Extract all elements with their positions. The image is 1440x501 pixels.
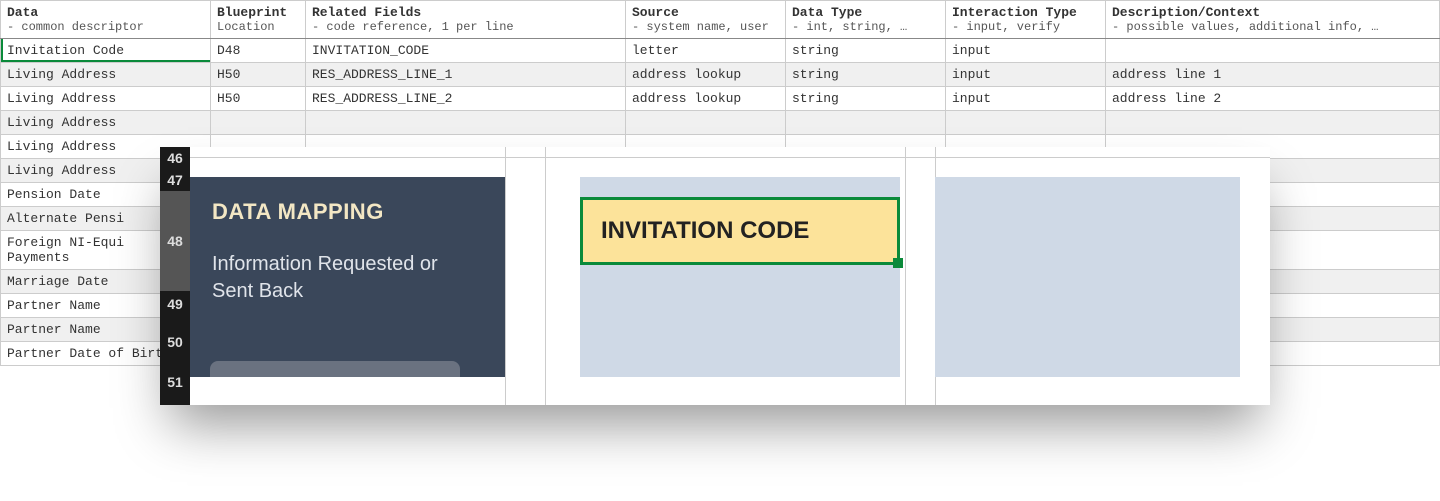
cell-bp[interactable] bbox=[211, 111, 306, 135]
cell-desc[interactable] bbox=[1106, 111, 1440, 135]
data-mapping-card: DATA MAPPING Information Requested or Se… bbox=[190, 177, 505, 377]
cell-int[interactable]: input bbox=[946, 63, 1106, 87]
cell-dt[interactable]: string bbox=[786, 63, 946, 87]
cell-src[interactable]: letter bbox=[626, 39, 786, 63]
cell-src[interactable] bbox=[626, 111, 786, 135]
col-header-related[interactable]: Related Fields- code reference, 1 per li… bbox=[306, 1, 626, 39]
col-header-datatype[interactable]: Data Type- int, string, … bbox=[786, 1, 946, 39]
col-header-blueprint[interactable]: BlueprintLocation bbox=[211, 1, 306, 39]
cell-fill-handle[interactable] bbox=[893, 258, 903, 268]
row-number[interactable]: 51 bbox=[160, 367, 190, 397]
cell-data[interactable]: Living Address bbox=[1, 111, 211, 135]
cell-rel[interactable] bbox=[306, 111, 626, 135]
cell-rel[interactable]: RES_ADDRESS_LINE_1 bbox=[306, 63, 626, 87]
table-row[interactable]: Living AddressH50RES_ADDRESS_LINE_2addre… bbox=[1, 87, 1440, 111]
cell-desc[interactable]: address line 2 bbox=[1106, 87, 1440, 111]
cell-rel[interactable]: INVITATION_CODE bbox=[306, 39, 626, 63]
cell-src[interactable]: address lookup bbox=[626, 63, 786, 87]
cell-rel[interactable]: RES_ADDRESS_LINE_2 bbox=[306, 87, 626, 111]
cell-int[interactable]: input bbox=[946, 39, 1106, 63]
col-header-source[interactable]: Source- system name, user bbox=[626, 1, 786, 39]
cell-dt[interactable] bbox=[786, 111, 946, 135]
cell-src[interactable]: address lookup bbox=[626, 87, 786, 111]
row-number[interactable]: 48 bbox=[160, 191, 190, 291]
preview-panel bbox=[935, 177, 1240, 377]
cell-dt[interactable]: string bbox=[786, 39, 946, 63]
cell-bp[interactable]: H50 bbox=[211, 87, 306, 111]
col-header-description[interactable]: Description/Context- possible values, ad… bbox=[1106, 1, 1440, 39]
selected-cell-label: INVITATION CODE bbox=[601, 217, 809, 245]
table-header-row: Data- common descriptor BlueprintLocatio… bbox=[1, 1, 1440, 39]
row-number[interactable]: 47 bbox=[160, 169, 190, 191]
col-header-data[interactable]: Data- common descriptor bbox=[1, 1, 211, 39]
card-subtitle: Information Requested or Sent Back bbox=[212, 251, 483, 305]
table-row[interactable]: Invitation CodeD48INVITATION_CODEletters… bbox=[1, 39, 1440, 63]
cell-bp[interactable]: H50 bbox=[211, 63, 306, 87]
row-number[interactable]: 46 bbox=[160, 147, 190, 169]
card-title: DATA MAPPING bbox=[212, 199, 483, 225]
row-number-gutter: 46 47 48 49 50 51 bbox=[160, 147, 190, 405]
row-number[interactable]: 50 bbox=[160, 317, 190, 367]
cell-desc[interactable]: address line 1 bbox=[1106, 63, 1440, 87]
cell-desc[interactable] bbox=[1106, 39, 1440, 63]
table-row[interactable]: Living Address bbox=[1, 111, 1440, 135]
card-footer-bar bbox=[210, 361, 460, 377]
row-number[interactable]: 49 bbox=[160, 291, 190, 317]
cell-bp[interactable]: D48 bbox=[211, 39, 306, 63]
cell-data[interactable]: Living Address bbox=[1, 87, 211, 111]
table-row[interactable]: Living AddressH50RES_ADDRESS_LINE_1addre… bbox=[1, 63, 1440, 87]
cell-int[interactable]: input bbox=[946, 87, 1106, 111]
col-header-interaction[interactable]: Interaction Type- input, verify bbox=[946, 1, 1106, 39]
cell-data[interactable]: Living Address bbox=[1, 63, 211, 87]
blueprint-preview-overlay: 46 47 48 49 50 51 DATA MAPPING Informati… bbox=[160, 147, 1270, 405]
selected-cell-invitation-code[interactable]: INVITATION CODE bbox=[580, 197, 900, 265]
cell-data[interactable]: Invitation Code bbox=[1, 39, 211, 63]
cell-dt[interactable]: string bbox=[786, 87, 946, 111]
cell-int[interactable] bbox=[946, 111, 1106, 135]
